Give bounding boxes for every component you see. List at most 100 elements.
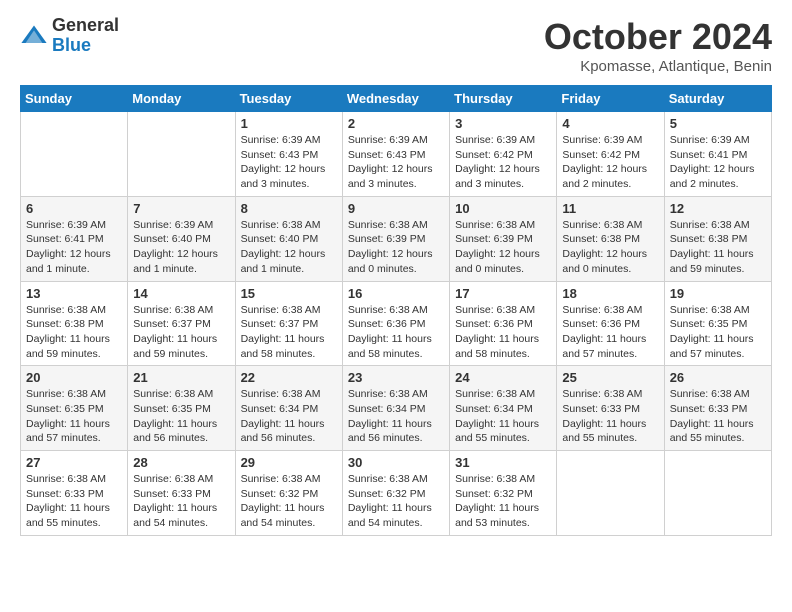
day-number: 19 — [670, 286, 766, 301]
day-cell: 19 Sunrise: 6:38 AM Sunset: 6:35 PM Dayli… — [664, 281, 771, 366]
day-number: 9 — [348, 201, 444, 216]
day-cell: 15Sunrise: 6:38 AM Sunset: 6:37 PM Dayli… — [235, 281, 342, 366]
header-cell-sunday: Sunday — [21, 86, 128, 112]
day-cell: 30 Sunrise: 6:38 AM Sunset: 6:32 PM Dayli… — [342, 451, 449, 536]
day-info: Sunrise: 6:38 AM Sunset: 6:34 PM Dayligh… — [241, 387, 337, 446]
day-number: 10 — [455, 201, 551, 216]
location-subtitle: Kpomasse, Atlantique, Benin — [544, 58, 772, 75]
day-info: Sunrise: 6:38 AM Sunset: 6:38 PM Dayligh… — [562, 218, 658, 277]
day-info: Sunrise: 6:38 AM Sunset: 6:32 PM Dayligh… — [455, 472, 551, 531]
day-cell: 31 Sunrise: 6:38 AM Sunset: 6:32 PM Dayli… — [450, 451, 557, 536]
header-cell-wednesday: Wednesday — [342, 86, 449, 112]
day-info: Sunrise: 6:39 AM Sunset: 6:43 PM Dayligh… — [348, 133, 444, 192]
day-info: Sunrise: 6:38 AM Sunset: 6:32 PM Dayligh… — [348, 472, 444, 531]
logo-general: General — [52, 16, 119, 36]
header-cell-tuesday: Tuesday — [235, 86, 342, 112]
day-cell: 21 Sunrise: 6:38 AM Sunset: 6:35 PM Dayli… — [128, 366, 235, 451]
day-info: Sunrise: 6:39 AM Sunset: 6:41 PM Dayligh… — [26, 218, 122, 277]
day-number: 28 — [133, 455, 229, 470]
day-cell: 17Sunrise: 6:38 AM Sunset: 6:36 PM Dayli… — [450, 281, 557, 366]
header-row: SundayMondayTuesdayWednesdayThursdayFrid… — [21, 86, 772, 112]
day-cell — [21, 112, 128, 197]
day-info: Sunrise: 6:38 AM Sunset: 6:37 PM Dayligh… — [241, 303, 337, 362]
day-number: 12 — [670, 201, 766, 216]
day-cell: 5 Sunrise: 6:39 AM Sunset: 6:41 PM Daylig… — [664, 112, 771, 197]
day-cell: 22 Sunrise: 6:38 AM Sunset: 6:34 PM Dayli… — [235, 366, 342, 451]
day-cell: 1Sunrise: 6:39 AM Sunset: 6:43 PM Daylig… — [235, 112, 342, 197]
day-number: 21 — [133, 370, 229, 385]
day-number: 14 — [133, 286, 229, 301]
day-cell — [128, 112, 235, 197]
day-info: Sunrise: 6:38 AM Sunset: 6:34 PM Dayligh… — [455, 387, 551, 446]
day-number: 22 — [241, 370, 337, 385]
day-number: 31 — [455, 455, 551, 470]
day-number: 25 — [562, 370, 658, 385]
day-cell: 8Sunrise: 6:38 AM Sunset: 6:40 PM Daylig… — [235, 196, 342, 281]
day-number: 24 — [455, 370, 551, 385]
day-cell: 13Sunrise: 6:38 AM Sunset: 6:38 PM Dayli… — [21, 281, 128, 366]
day-cell: 25 Sunrise: 6:38 AM Sunset: 6:33 PM Dayli… — [557, 366, 664, 451]
logo-blue: Blue — [52, 36, 119, 56]
day-info: Sunrise: 6:38 AM Sunset: 6:33 PM Dayligh… — [133, 472, 229, 531]
header: General Blue October 2024 Kpomasse, Atla… — [20, 16, 772, 75]
day-info: Sunrise: 6:39 AM Sunset: 6:40 PM Dayligh… — [133, 218, 229, 277]
day-cell: 27 Sunrise: 6:38 AM Sunset: 6:33 PM Dayli… — [21, 451, 128, 536]
week-row-1: 1 Sunrise: 6:39 AM Sunset: 6:43 PM Daylig… — [21, 112, 772, 197]
header-cell-friday: Friday — [557, 86, 664, 112]
day-cell: 28 Sunrise: 6:38 AM Sunset: 6:33 PM Dayli… — [128, 451, 235, 536]
day-cell: 24 Sunrise: 6:38 AM Sunset: 6:34 PM Dayli… — [450, 366, 557, 451]
day-info: Sunrise: 6:38 AM Sunset: 6:39 PM Dayligh… — [455, 218, 551, 277]
day-info: Sunrise: 6:38 AM Sunset: 6:36 PM Dayligh… — [455, 303, 551, 362]
day-cell: 12 Sunrise: 6:38 AM Sunset: 6:38 PM Dayli… — [664, 196, 771, 281]
month-title: October 2024 — [544, 16, 772, 58]
day-number: 7 — [133, 201, 229, 216]
day-info: Sunrise: 6:38 AM Sunset: 6:35 PM Dayligh… — [670, 303, 766, 362]
day-cell: 3Sunrise: 6:39 AM Sunset: 6:42 PM Daylig… — [450, 112, 557, 197]
header-cell-monday: Monday — [128, 86, 235, 112]
week-row-5: 27 Sunrise: 6:38 AM Sunset: 6:33 PM Dayli… — [21, 451, 772, 536]
day-info: Sunrise: 6:39 AM Sunset: 6:42 PM Dayligh… — [562, 133, 658, 192]
day-cell: 10 Sunrise: 6:38 AM Sunset: 6:39 PM Dayli… — [450, 196, 557, 281]
header-cell-saturday: Saturday — [664, 86, 771, 112]
day-info: Sunrise: 6:39 AM Sunset: 6:42 PM Dayligh… — [455, 133, 551, 192]
day-cell: 7 Sunrise: 6:39 AM Sunset: 6:40 PM Daylig… — [128, 196, 235, 281]
page: General Blue October 2024 Kpomasse, Atla… — [0, 0, 792, 552]
day-cell: 2 Sunrise: 6:39 AM Sunset: 6:43 PM Daylig… — [342, 112, 449, 197]
day-cell: 14Sunrise: 6:38 AM Sunset: 6:37 PM Dayli… — [128, 281, 235, 366]
day-info: Sunrise: 6:38 AM Sunset: 6:38 PM Dayligh… — [670, 218, 766, 277]
day-info: Sunrise: 6:38 AM Sunset: 6:36 PM Dayligh… — [562, 303, 658, 362]
day-cell: 18 Sunrise: 6:38 AM Sunset: 6:36 PM Dayli… — [557, 281, 664, 366]
day-number: 2 — [348, 116, 444, 131]
day-number: 4 — [562, 116, 658, 131]
day-number: 11 — [562, 201, 658, 216]
day-info: Sunrise: 6:38 AM Sunset: 6:35 PM Dayligh… — [26, 387, 122, 446]
day-number: 20 — [26, 370, 122, 385]
day-info: Sunrise: 6:38 AM Sunset: 6:33 PM Dayligh… — [562, 387, 658, 446]
calendar-header: SundayMondayTuesdayWednesdayThursdayFrid… — [21, 86, 772, 112]
day-number: 5 — [670, 116, 766, 131]
calendar: SundayMondayTuesdayWednesdayThursdayFrid… — [20, 85, 772, 536]
day-number: 1 — [241, 116, 337, 131]
day-number: 27 — [26, 455, 122, 470]
day-number: 18 — [562, 286, 658, 301]
week-row-2: 6 Sunrise: 6:39 AM Sunset: 6:41 PM Daylig… — [21, 196, 772, 281]
day-number: 30 — [348, 455, 444, 470]
day-cell: 16Sunrise: 6:38 AM Sunset: 6:36 PM Dayli… — [342, 281, 449, 366]
day-info: Sunrise: 6:38 AM Sunset: 6:33 PM Dayligh… — [26, 472, 122, 531]
day-cell: 26 Sunrise: 6:38 AM Sunset: 6:33 PM Dayli… — [664, 366, 771, 451]
day-number: 6 — [26, 201, 122, 216]
day-number: 26 — [670, 370, 766, 385]
day-info: Sunrise: 6:38 AM Sunset: 6:35 PM Dayligh… — [133, 387, 229, 446]
day-cell: 9Sunrise: 6:38 AM Sunset: 6:39 PM Daylig… — [342, 196, 449, 281]
logo-icon — [20, 22, 48, 50]
day-cell — [664, 451, 771, 536]
day-cell: 29Sunrise: 6:38 AM Sunset: 6:32 PM Dayli… — [235, 451, 342, 536]
day-info: Sunrise: 6:38 AM Sunset: 6:36 PM Dayligh… — [348, 303, 444, 362]
day-cell: 4 Sunrise: 6:39 AM Sunset: 6:42 PM Daylig… — [557, 112, 664, 197]
day-cell: 23Sunrise: 6:38 AM Sunset: 6:34 PM Dayli… — [342, 366, 449, 451]
day-info: Sunrise: 6:39 AM Sunset: 6:41 PM Dayligh… — [670, 133, 766, 192]
calendar-body: 1 Sunrise: 6:39 AM Sunset: 6:43 PM Daylig… — [21, 112, 772, 536]
day-number: 29 — [241, 455, 337, 470]
day-info: Sunrise: 6:38 AM Sunset: 6:33 PM Dayligh… — [670, 387, 766, 446]
day-number: 23 — [348, 370, 444, 385]
